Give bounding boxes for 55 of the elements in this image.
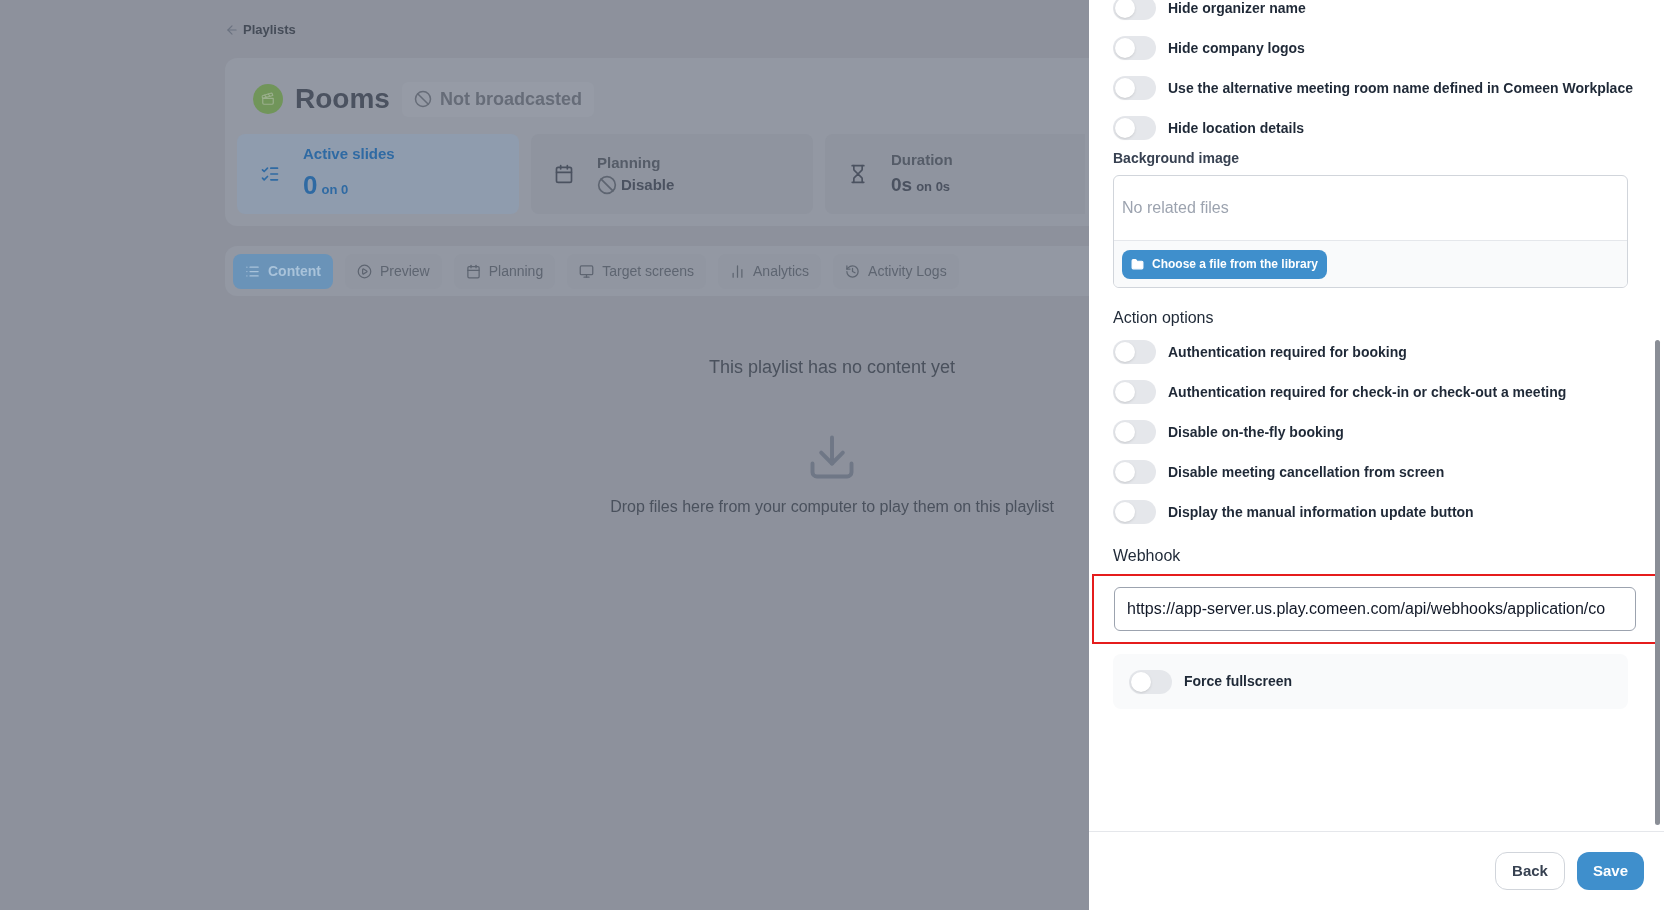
toggle-switch[interactable] xyxy=(1113,340,1156,364)
toggle-switch[interactable] xyxy=(1113,36,1156,60)
scrollbar-thumb[interactable] xyxy=(1655,340,1660,825)
toggle-switch[interactable] xyxy=(1113,420,1156,444)
stat-label: Duration xyxy=(891,149,953,170)
stat-label: Planning xyxy=(597,152,662,173)
monitor-icon xyxy=(579,263,595,279)
toggle-switch[interactable] xyxy=(1113,76,1156,100)
toggle-label: Authentication required for check-in or check-out a meeting xyxy=(1168,382,1567,402)
bar-chart-icon xyxy=(730,263,745,279)
play-icon xyxy=(356,263,372,279)
toggle-label: Authentication required for booking xyxy=(1168,342,1407,362)
stat-suffix: on 0s xyxy=(916,178,951,196)
field-label: Background image xyxy=(1113,149,1241,168)
toggle-switch[interactable] xyxy=(1113,380,1156,404)
back-arrow-icon[interactable] xyxy=(225,23,239,37)
hourglass-icon xyxy=(848,164,868,184)
stat-suffix: on 0 xyxy=(321,180,349,199)
toggle-label: Hide organizer name xyxy=(1168,0,1306,18)
field-label: Webhook xyxy=(1113,546,1182,566)
toggle-switch[interactable] xyxy=(1113,0,1156,20)
history-icon xyxy=(845,263,861,279)
stat-value: Disable xyxy=(621,175,675,195)
toggle-label: Disable meeting cancellation from screen xyxy=(1168,462,1445,482)
back-button[interactable]: Back xyxy=(1495,852,1565,890)
disabled-icon xyxy=(597,175,617,196)
tab[interactable]: Content xyxy=(233,253,333,289)
toggle-label: Force fullscreen xyxy=(1184,672,1293,691)
stat-label: Active slides xyxy=(303,144,395,165)
checklist-icon xyxy=(260,164,280,184)
webhook-input[interactable]: https://app-server.us.play.comeen.com/api/webhooks/application/co xyxy=(1114,587,1636,631)
calendar-icon xyxy=(465,263,481,279)
empty-state-title: This playlist has no content yet xyxy=(708,356,956,379)
calendar-icon xyxy=(554,164,574,184)
empty-state-hint: Drop files here from your computer to play them on this playlist xyxy=(610,497,1054,517)
toggle-label: Use the alternative meeting room name defined in Comeen Workplace xyxy=(1168,78,1633,98)
toggle-switch[interactable] xyxy=(1129,669,1172,694)
playlist-title: Rooms xyxy=(295,82,390,116)
toggle-label: Hide company logos xyxy=(1168,38,1305,58)
folder-icon xyxy=(1131,257,1144,271)
toggle-switch[interactable] xyxy=(1113,460,1156,484)
toggle-switch[interactable] xyxy=(1113,500,1156,524)
empty-files-text: No related files xyxy=(1122,198,1229,218)
save-button[interactable]: Save xyxy=(1576,852,1644,890)
toggle-switch[interactable] xyxy=(1113,116,1156,140)
stat-value: 0 xyxy=(303,168,318,202)
list-icon xyxy=(245,263,260,279)
stat-value: 0s xyxy=(891,173,913,197)
breadcrumb-link[interactable]: Playlists xyxy=(243,20,296,40)
toggle-label: Display the manual information update button xyxy=(1168,502,1474,522)
toggle-label: Hide location details xyxy=(1168,118,1305,138)
section-title: Action options xyxy=(1113,308,1215,328)
playlist-avatar-icon xyxy=(253,84,283,114)
toggle-label: Disable on-the-fly booking xyxy=(1168,422,1344,442)
choose-file-button[interactable]: Choose a file from the library xyxy=(1122,249,1328,279)
